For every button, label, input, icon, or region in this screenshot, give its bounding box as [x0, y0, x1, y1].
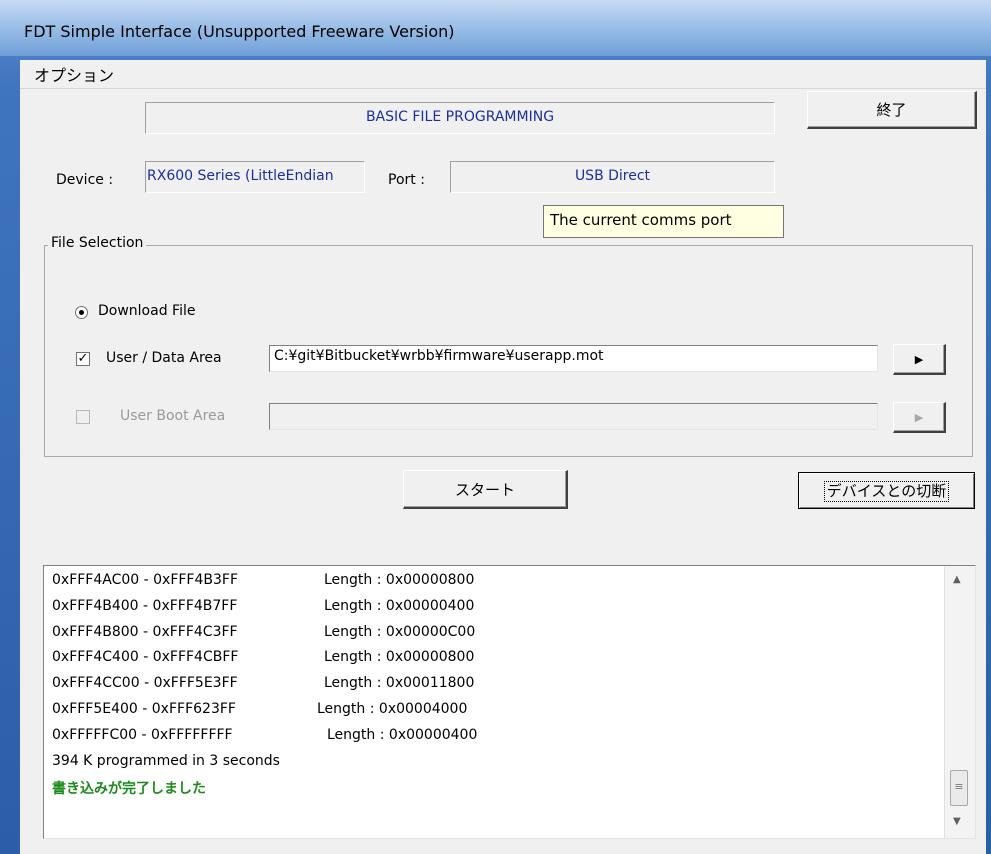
device-label: Device :: [56, 172, 114, 188]
grip-icon: ≡: [954, 780, 964, 793]
disconnect-button[interactable]: デバイスとの切断: [798, 472, 975, 509]
user-data-path-value: C:¥git¥Bitbucket¥wrbb¥firmware¥userapp.m…: [274, 348, 604, 364]
window-title: FDT Simple Interface (Unsupported Freewa…: [24, 22, 455, 41]
log-scrollbar[interactable]: ▲ ≡ ▼: [944, 566, 975, 838]
user-boot-label: User Boot Area: [120, 408, 226, 424]
mode-text: BASIC FILE PROGRAMMING: [365, 109, 555, 125]
log-line: 0xFFF4CC00 - 0xFFF5E3FF Length : 0x000118…: [52, 675, 475, 692]
log-line: 0xFFFFFC00 - 0xFFFFFFFF Length : 0x000004…: [52, 726, 478, 743]
disconnect-label: デバイスとの切断: [823, 481, 950, 502]
app-window: FDT Simple Interface (Unsupported Freewa…: [0, 0, 991, 854]
port-display: USB Direct: [450, 161, 775, 193]
user-boot-path-input[interactable]: [269, 403, 878, 430]
log-output[interactable]: 0xFFF4AC00 - 0xFFF4B3FF Length : 0x000008…: [43, 565, 976, 839]
user-data-label: User / Data Area: [106, 350, 222, 366]
download-file-label[interactable]: Download File: [98, 303, 195, 319]
scroll-thumb[interactable]: ≡: [950, 770, 968, 806]
exit-button[interactable]: 終了: [807, 91, 977, 129]
log-line: 0xFFF4C400 - 0xFFF4CBFF Length : 0x000008…: [52, 649, 475, 666]
download-file-radio[interactable]: [75, 306, 88, 319]
log-line: 0xFFF5E400 - 0xFFF623FF Length : 0x000040…: [52, 700, 468, 717]
log-line: 0xFFF4AC00 - 0xFFF4B3FF Length : 0x000008…: [52, 572, 475, 588]
play-arrow-icon: ▶: [914, 353, 924, 366]
play-arrow-icon-disabled: ▶: [914, 411, 924, 424]
user-data-path-input[interactable]: C:¥git¥Bitbucket¥wrbb¥firmware¥userapp.m…: [269, 345, 878, 372]
device-value: RX600 Series (LittleEndian: [147, 168, 334, 184]
port-label: Port :: [388, 172, 425, 188]
port-tooltip: The current comms port: [543, 205, 784, 238]
scroll-down-arrow-icon[interactable]: ▼: [953, 816, 961, 827]
menu-options[interactable]: オプション: [34, 62, 114, 86]
menu-bar: オプション: [20, 60, 986, 89]
browse-user-data-button[interactable]: ▶: [893, 344, 946, 375]
log-line: 0xFFF4B800 - 0xFFF4C3FF Length : 0x00000C…: [52, 623, 476, 640]
browse-user-boot-button[interactable]: ▶: [893, 402, 946, 433]
device-display: RX600 Series (LittleEndian: [145, 161, 365, 193]
user-data-checkbox[interactable]: ✓: [76, 352, 90, 366]
user-boot-checkbox[interactable]: [76, 410, 90, 424]
log-complete-message: 書き込みが完了しました: [52, 781, 206, 798]
title-bar[interactable]: FDT Simple Interface (Unsupported Freewa…: [0, 0, 991, 56]
port-value: USB Direct: [574, 168, 651, 184]
scroll-up-arrow-icon[interactable]: ▲: [953, 574, 961, 585]
log-summary: 394 K programmed in 3 seconds: [52, 752, 280, 769]
radio-selected-dot: [79, 310, 84, 315]
log-lines: 0xFFF4AC00 - 0xFFF4B3FF Length : 0x000008…: [52, 572, 932, 804]
log-line: 0xFFF4B400 - 0xFFF4B7FF Length : 0x000004…: [52, 597, 475, 614]
checkmark-icon: ✓: [77, 351, 89, 366]
mode-display: BASIC FILE PROGRAMMING: [145, 102, 775, 134]
file-selection-title: File Selection: [48, 235, 147, 251]
start-button[interactable]: スタート: [403, 470, 568, 509]
